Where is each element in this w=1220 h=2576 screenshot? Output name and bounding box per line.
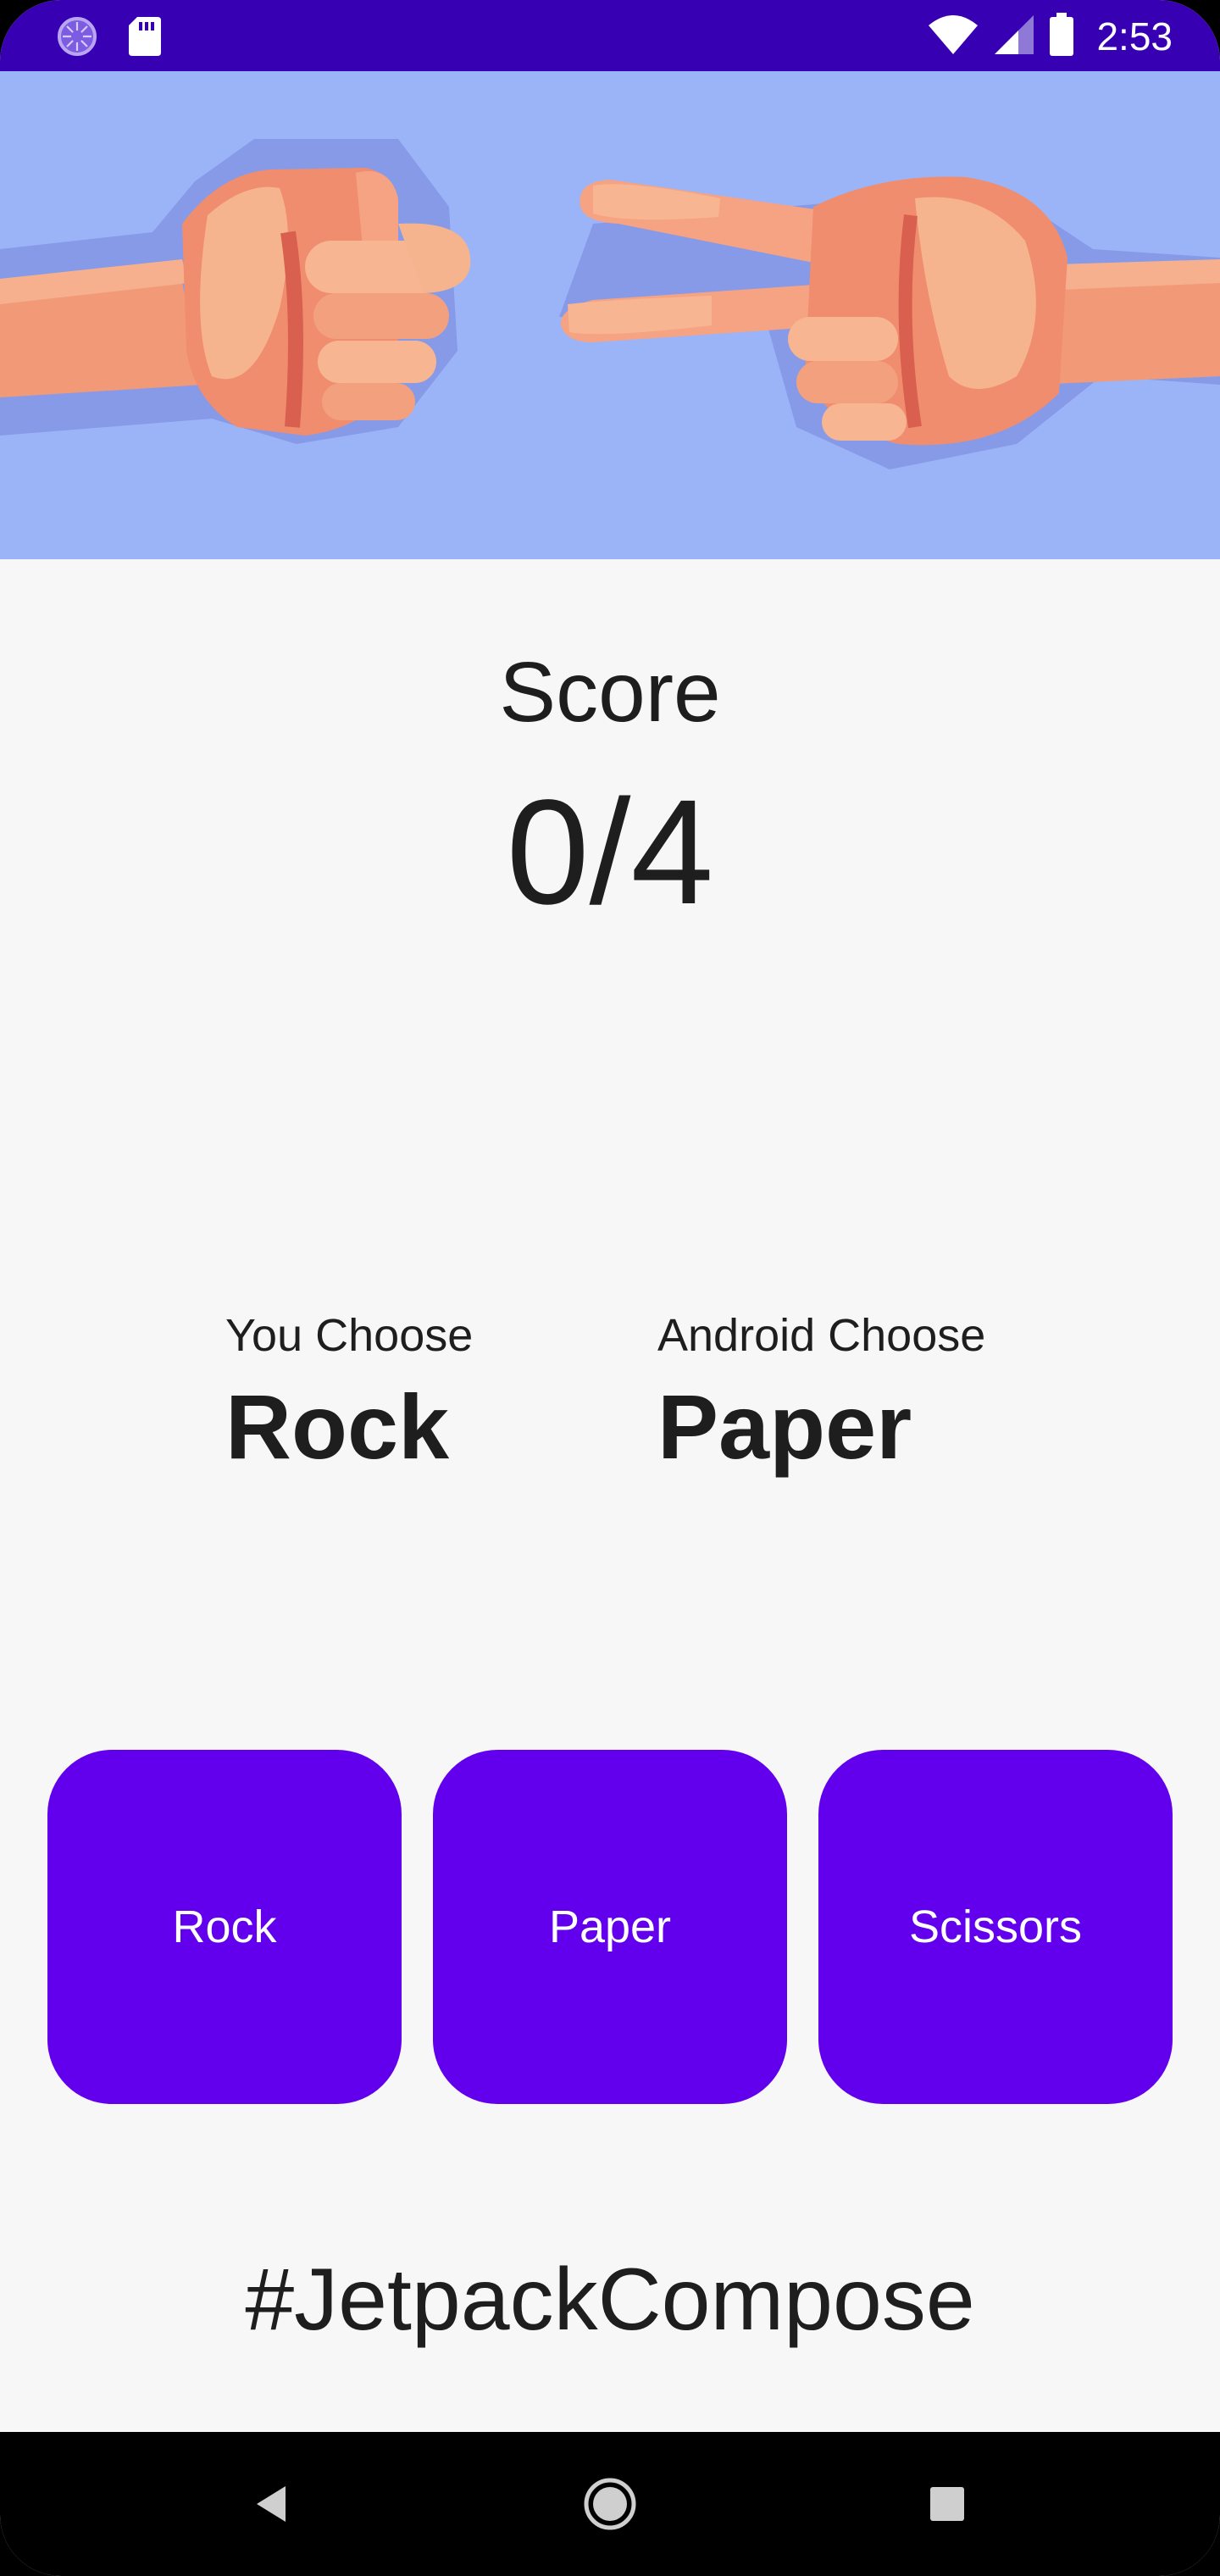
status-time: 2:53 xyxy=(1096,14,1173,58)
back-icon xyxy=(257,2486,286,2522)
status-left-icons xyxy=(56,15,163,62)
score-label: Score xyxy=(499,645,721,740)
android-choice-value: Paper xyxy=(657,1375,912,1478)
score-value: 0/4 xyxy=(506,769,714,935)
paper-button[interactable]: Paper xyxy=(433,1750,787,2104)
loading-spinner-icon xyxy=(56,15,98,62)
android-choice-caption: Android Choose xyxy=(657,1310,986,1361)
player-choice-caption: You Choose xyxy=(225,1310,474,1361)
signal-icon xyxy=(993,14,1035,60)
status-bar: 2:53 xyxy=(0,0,1220,71)
recents-icon xyxy=(930,2487,964,2521)
player-choice-value: Rock xyxy=(225,1375,450,1478)
rock-scissors-hands-illustration xyxy=(0,139,1220,469)
navigation-bar xyxy=(0,2432,1220,2576)
hero-banner xyxy=(0,71,1220,559)
battery-icon xyxy=(1049,12,1074,61)
back-button[interactable] xyxy=(205,2432,341,2576)
player-choice: You Choose Rock xyxy=(225,1309,473,1480)
recents-button[interactable] xyxy=(879,2432,1015,2576)
sd-card-icon xyxy=(127,15,163,62)
wifi-icon xyxy=(927,14,979,60)
home-icon xyxy=(584,2478,636,2530)
rock-button[interactable]: Rock xyxy=(47,1750,402,2104)
app-screen: 2:53 Score 0/4 You Choose Rock Android C… xyxy=(0,0,1220,2576)
home-button[interactable] xyxy=(542,2432,678,2576)
scissors-button[interactable]: Scissors xyxy=(818,1750,1173,2104)
android-choice: Android Choose Paper xyxy=(657,1309,985,1480)
status-right-icons: 2:53 xyxy=(927,8,1173,64)
hashtag-footer: #JetpackCompose xyxy=(245,2251,975,2349)
